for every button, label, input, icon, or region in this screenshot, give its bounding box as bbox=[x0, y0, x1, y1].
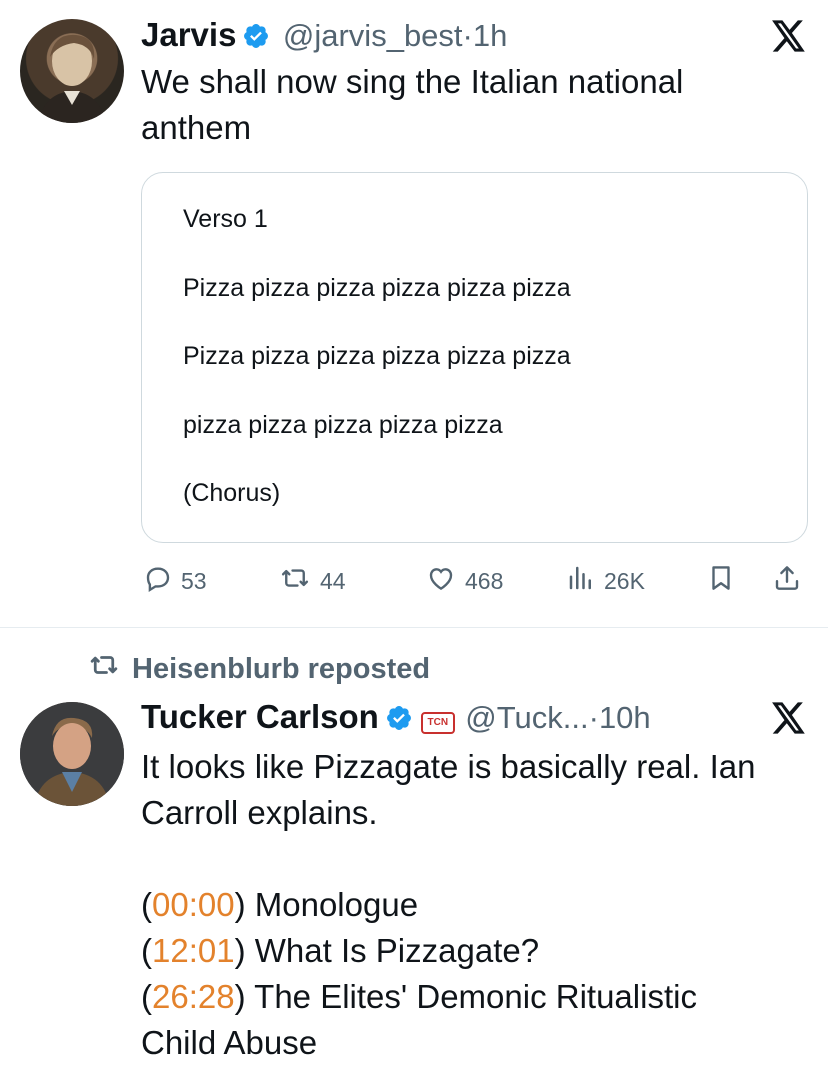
card-line: Verso 1 bbox=[183, 205, 268, 233]
text-card[interactable]: Verso 1 Pizza pizza pizza pizza pizza pi… bbox=[141, 172, 808, 543]
repost-icon bbox=[86, 650, 132, 688]
tweet-header: Tucker Carlson TCN @Tuck...·10h bbox=[141, 698, 651, 737]
action-bar: 53 44 468 26K bbox=[0, 563, 828, 603]
tweet-text-line: It looks like Pizzagate is basically rea… bbox=[141, 748, 756, 785]
views-icon bbox=[566, 563, 604, 599]
verified-badge-icon bbox=[242, 22, 270, 55]
share-icon bbox=[772, 563, 810, 599]
bookmark-icon bbox=[706, 563, 744, 599]
paren: ( bbox=[141, 932, 152, 969]
card-line: Pizza pizza pizza pizza pizza pizza bbox=[183, 274, 571, 302]
chapter-timestamp[interactable]: 26:28 bbox=[152, 978, 235, 1015]
chapter-item: (00:00) Monologue bbox=[141, 882, 821, 928]
repost-count: 44 bbox=[320, 567, 346, 594]
reply-count: 53 bbox=[181, 567, 207, 594]
author-name[interactable]: Jarvis bbox=[141, 16, 236, 53]
like-icon bbox=[425, 563, 465, 599]
chapter-item: (26:28) The Elites' Demonic Ritualistic bbox=[141, 974, 821, 1020]
x-logo-icon bbox=[772, 702, 806, 739]
chapter-title: Monologue bbox=[245, 886, 419, 923]
paren: ( bbox=[141, 886, 152, 923]
reply-icon bbox=[143, 563, 181, 599]
tweet-text-line: Carroll explains. bbox=[141, 794, 378, 831]
paren: ) bbox=[234, 886, 246, 923]
chapter-timestamp[interactable]: 00:00 bbox=[152, 886, 235, 923]
author-handle[interactable]: @Tuck... bbox=[465, 700, 588, 735]
separator-dot: · bbox=[462, 18, 473, 53]
reply-button[interactable]: 53 bbox=[143, 563, 207, 599]
tweet-header: Jarvis @jarvis_best·1h bbox=[141, 16, 507, 55]
separator-dot: · bbox=[588, 700, 599, 735]
avatar[interactable] bbox=[20, 19, 124, 123]
tweet-text-line: We shall now sing the Italian national bbox=[141, 63, 684, 100]
avatar[interactable] bbox=[20, 702, 124, 806]
card-line: pizza pizza pizza pizza pizza bbox=[183, 411, 503, 439]
repost-banner-text: Heisenblurb reposted bbox=[132, 652, 431, 685]
like-button[interactable]: 468 bbox=[425, 563, 503, 599]
views-count: 26K bbox=[604, 567, 645, 594]
views-button[interactable]: 26K bbox=[566, 563, 645, 599]
chapter-title: The Elites' Demonic Ritualistic bbox=[245, 978, 697, 1015]
post-time[interactable]: 1h bbox=[473, 18, 507, 53]
author-name[interactable]: Tucker Carlson bbox=[141, 698, 379, 735]
paren: ) bbox=[234, 932, 246, 969]
card-line: Pizza pizza pizza pizza pizza pizza bbox=[183, 342, 571, 370]
chapter-item: (12:01) What Is Pizzagate? bbox=[141, 928, 821, 974]
paren: ) bbox=[234, 978, 246, 1015]
chapter-timestamp[interactable]: 12:01 bbox=[152, 932, 235, 969]
repost-icon bbox=[278, 563, 320, 599]
like-count: 468 bbox=[465, 567, 504, 594]
divider bbox=[0, 627, 828, 628]
chapter-title: What Is Pizzagate? bbox=[245, 932, 540, 969]
share-button[interactable] bbox=[772, 563, 810, 599]
repost-banner[interactable]: Heisenblurb reposted bbox=[86, 650, 430, 688]
x-logo-icon bbox=[772, 20, 806, 57]
verified-badge-icon bbox=[385, 704, 413, 737]
tweet-text-line: anthem bbox=[141, 109, 252, 146]
author-handle[interactable]: @jarvis_best bbox=[283, 18, 463, 53]
chapter-continuation: Child Abuse bbox=[141, 1024, 318, 1061]
paren: ( bbox=[141, 978, 152, 1015]
post-time[interactable]: 10h bbox=[599, 700, 651, 735]
bookmark-button[interactable] bbox=[706, 563, 744, 599]
affiliate-badge[interactable]: TCN bbox=[420, 712, 455, 734]
tweet-text: It looks like Pizzagate is basically rea… bbox=[141, 744, 821, 1066]
repost-button[interactable]: 44 bbox=[278, 563, 346, 599]
tweet-text: We shall now sing the Italian national a… bbox=[141, 59, 683, 151]
card-line: (Chorus) bbox=[183, 479, 281, 507]
